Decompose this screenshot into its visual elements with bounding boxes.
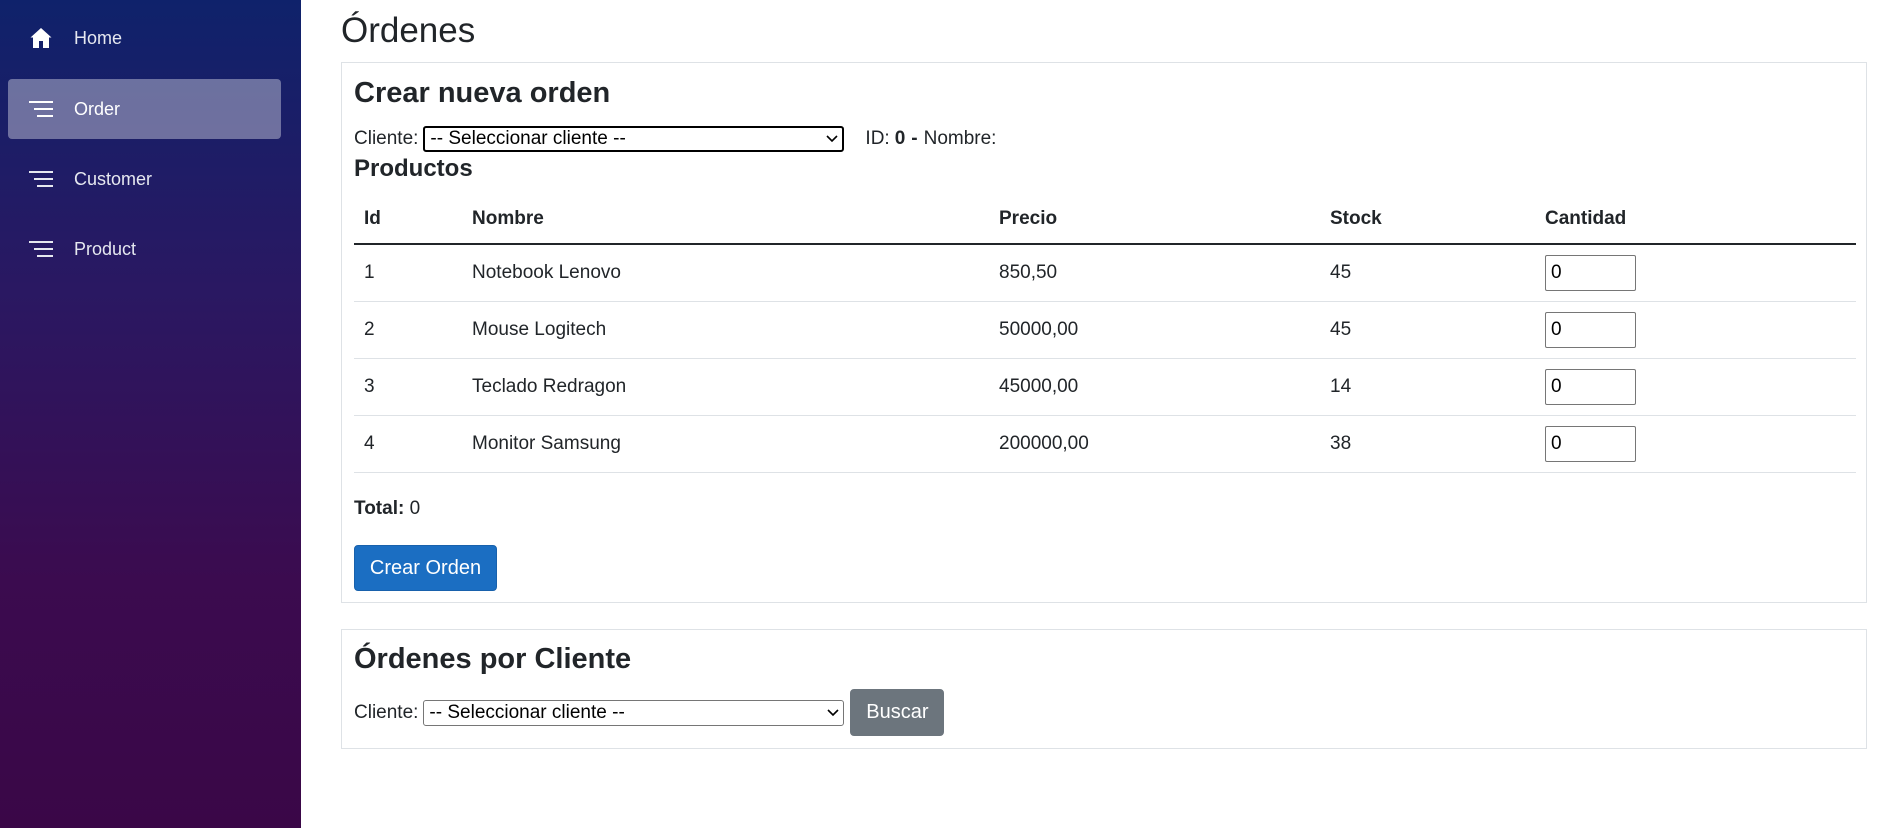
sidebar-item-customer[interactable]: Customer	[8, 149, 281, 209]
id-name-separator: -	[911, 128, 918, 149]
orders-client-row: Cliente: -- Seleccionar cliente -- Busca…	[354, 689, 945, 736]
cell-stock: 38	[1320, 415, 1535, 473]
sidebar-item-order[interactable]: Order	[8, 79, 281, 139]
table-row: 2 Mouse Logitech 50000,00 45 0	[354, 301, 1856, 359]
orders-by-client-title: Órdenes por Cliente	[354, 643, 632, 675]
create-order-card: Crear nueva orden Cliente: -- Selecciona…	[341, 62, 1867, 603]
cell-name: Notebook Lenovo	[462, 244, 989, 302]
cell-price: 50000,00	[989, 301, 1320, 359]
quantity-input[interactable]: 0	[1545, 254, 1636, 291]
chevron-down-icon	[827, 707, 839, 719]
table-row: 3 Teclado Redragon 45000,00 14 0	[354, 358, 1856, 416]
quantity-input[interactable]: 0	[1545, 368, 1636, 405]
cell-name: Mouse Logitech	[462, 301, 989, 359]
home-icon	[28, 25, 54, 51]
quantity-input[interactable]: 0	[1545, 311, 1636, 348]
cell-stock: 45	[1320, 301, 1535, 359]
client-select-value: -- Seleccionar cliente --	[430, 128, 626, 149]
products-title: Productos	[354, 155, 473, 182]
chevron-down-icon	[826, 133, 838, 145]
total-value: 0	[409, 498, 421, 519]
create-order-button[interactable]: Crear Orden	[354, 545, 497, 591]
list-icon	[28, 166, 54, 192]
page-title: Órdenes	[341, 11, 476, 50]
list-icon	[28, 96, 54, 122]
cell-quantity: 0	[1535, 358, 1856, 416]
cell-quantity: 0	[1535, 415, 1856, 473]
name-label: Nombre:	[923, 128, 997, 149]
table-row: 1 Notebook Lenovo 850,50 45 0	[354, 244, 1856, 302]
orders-client-select[interactable]: -- Seleccionar cliente --	[423, 699, 845, 726]
sidebar-item-label: Customer	[74, 169, 153, 189]
cell-name: Teclado Redragon	[462, 358, 989, 416]
quantity-input[interactable]: 0	[1545, 425, 1636, 462]
sidebar-item-label: Home	[74, 28, 123, 48]
client-label: Cliente:	[354, 701, 419, 723]
cell-price: 200000,00	[989, 415, 1320, 473]
cell-stock: 14	[1320, 358, 1535, 416]
list-icon	[28, 236, 54, 262]
client-select[interactable]: -- Seleccionar cliente --	[423, 126, 845, 152]
cell-price: 850,50	[989, 244, 1320, 302]
sidebar-item-label: Product	[74, 239, 137, 259]
client-label: Cliente:	[354, 128, 419, 149]
orders-by-client-card: Órdenes por Cliente Cliente: -- Seleccio…	[341, 629, 1867, 749]
total-label: Total:	[354, 498, 405, 519]
column-header-stock: Stock	[1320, 194, 1535, 245]
cell-id: 4	[354, 415, 462, 473]
id-label: ID:	[865, 128, 890, 149]
column-header-nombre: Nombre	[462, 194, 989, 245]
cell-stock: 45	[1320, 244, 1535, 302]
column-header-precio: Precio	[989, 194, 1320, 245]
table-row: 4 Monitor Samsung 200000,00 38 0	[354, 415, 1856, 473]
column-header-cantidad: Cantidad	[1535, 194, 1856, 245]
id-value: 0	[894, 128, 906, 149]
table-header-row: Id Nombre Precio Stock Cantidad	[354, 194, 1856, 245]
column-header-id: Id	[354, 194, 462, 245]
sidebar-item-product[interactable]: Product	[8, 219, 281, 279]
cell-name: Monitor Samsung	[462, 415, 989, 473]
cell-id: 3	[354, 358, 462, 416]
client-row: Cliente: -- Seleccionar cliente -- ID: 0…	[354, 126, 996, 152]
cell-id: 2	[354, 301, 462, 359]
client-select-value: -- Seleccionar cliente --	[429, 701, 625, 723]
products-table: Id Nombre Precio Stock Cantidad 1 Notebo…	[354, 194, 1856, 473]
sidebar: Home Order Customer Product	[0, 0, 301, 828]
search-button[interactable]: Buscar	[850, 689, 945, 736]
create-order-title: Crear nueva orden	[354, 77, 611, 109]
order-total: Total: 0	[354, 498, 420, 520]
cell-quantity: 0	[1535, 244, 1856, 302]
sidebar-item-label: Order	[74, 99, 121, 119]
sidebar-item-home[interactable]: Home	[8, 8, 281, 68]
cell-id: 1	[354, 244, 462, 302]
cell-price: 45000,00	[989, 358, 1320, 416]
cell-quantity: 0	[1535, 301, 1856, 359]
